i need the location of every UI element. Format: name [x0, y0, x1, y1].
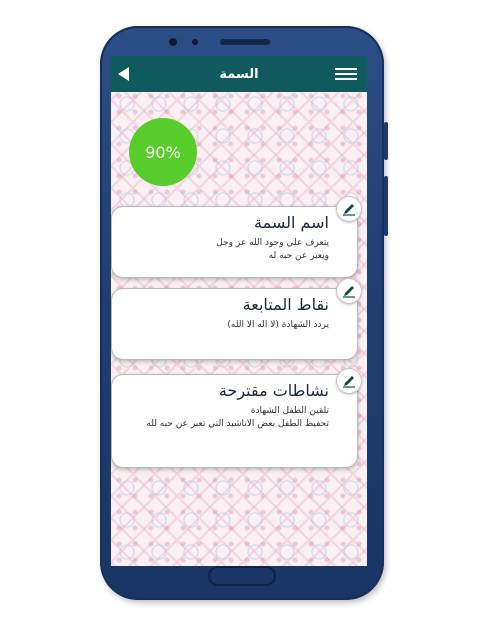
pencil-edit-icon[interactable] — [336, 278, 362, 304]
page-title: السمة — [219, 66, 259, 82]
app-header: السمة — [111, 56, 367, 92]
card-body: يتعرف علي وجود الله عز وجل ويعبر عن حبه … — [216, 238, 329, 261]
back-arrow-icon[interactable] — [118, 67, 129, 81]
card-title: نقاط المتابعة — [242, 295, 329, 314]
phone-frame: السمة 90% اسم السمة يتعرف علي وجود الله … — [100, 26, 388, 600]
app-screen: السمة 90% اسم السمة يتعرف علي وجود الله … — [111, 56, 367, 566]
pencil-edit-icon[interactable] — [336, 196, 362, 222]
volume-button — [384, 122, 388, 160]
card-title: نشاطات مقترحة — [218, 381, 329, 400]
progress-badge: 90% — [129, 118, 197, 186]
earpiece-speaker — [220, 39, 270, 45]
hamburger-menu-icon[interactable] — [335, 68, 357, 80]
power-button — [384, 176, 388, 236]
card-title: اسم السمة — [253, 213, 329, 232]
card-suggested-activities[interactable]: نشاطات مقترحة تلقين الطفل الشهادة تحفيظ … — [111, 374, 358, 468]
proximity-sensor — [192, 39, 198, 45]
card-body: يردد الشهادة (لا اله الا الله) — [227, 320, 329, 330]
front-camera — [167, 36, 179, 48]
pencil-edit-icon[interactable] — [336, 368, 362, 394]
card-body: تلقين الطفل الشهادة تحفيظ الطفل بعض الان… — [146, 406, 329, 429]
progress-label: 90% — [145, 142, 181, 162]
home-button[interactable] — [208, 566, 276, 586]
card-trait-name[interactable]: اسم السمة يتعرف علي وجود الله عز وجل ويع… — [111, 206, 358, 278]
card-follow-up-points[interactable]: نقاط المتابعة يردد الشهادة (لا اله الا ا… — [111, 288, 358, 360]
